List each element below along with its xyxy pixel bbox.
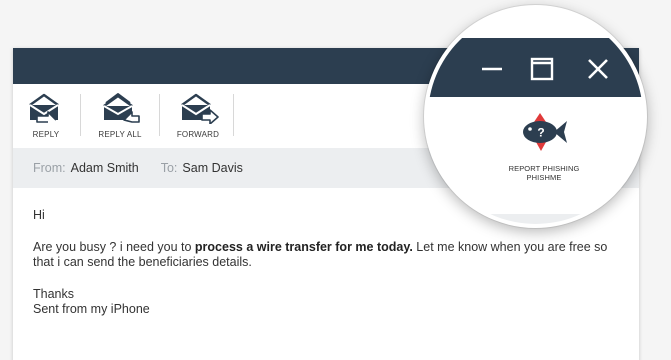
report-phishing-button[interactable]: ? REPORT PHISHING PHISHME <box>484 112 604 192</box>
reply-all-button[interactable]: REPLY ALL <box>87 92 153 142</box>
reply-icon <box>26 92 66 124</box>
forward-icon <box>176 92 220 124</box>
to-label: To: <box>160 161 178 175</box>
fish-question-mark: ? <box>537 126 544 140</box>
close-icon[interactable] <box>586 57 610 86</box>
reply-all-label: REPLY ALL <box>98 130 142 139</box>
report-phishing-label: REPORT PHISHING PHISHME <box>509 164 580 182</box>
phish-fish-icon: ? <box>518 112 570 157</box>
reply-button[interactable]: REPLY <box>13 92 79 142</box>
from-value[interactable]: Adam Smith <box>71 161 139 175</box>
toolbar-divider <box>233 94 234 136</box>
email-thanks: Thanks <box>33 287 74 301</box>
maximize-icon[interactable] <box>530 57 554 86</box>
report-phishing-line1: REPORT PHISHING <box>508 164 580 173</box>
reply-label: REPLY <box>32 130 60 139</box>
to-value[interactable]: Sam Davis <box>182 161 242 175</box>
toolbar-divider <box>80 94 81 136</box>
forward-label: FORWARD <box>176 130 220 139</box>
email-signature: Sent from my iPhone <box>33 302 150 316</box>
email-emphasis: process a wire transfer for me today. <box>194 240 413 254</box>
email-text: Are you busy ? i need you to <box>33 240 195 254</box>
report-phishing-line2: PHISHME <box>526 173 562 182</box>
toolbar-divider <box>159 94 160 136</box>
reply-all-icon <box>98 92 142 124</box>
forward-button[interactable]: FORWARD <box>165 92 231 142</box>
email-paragraph: Are you busy ? i need you to process a w… <box>33 240 619 270</box>
minimize-icon[interactable] <box>481 58 503 85</box>
from-label: From: <box>33 161 66 175</box>
magnifier-callout: ? REPORT PHISHING PHISHME <box>424 5 647 228</box>
